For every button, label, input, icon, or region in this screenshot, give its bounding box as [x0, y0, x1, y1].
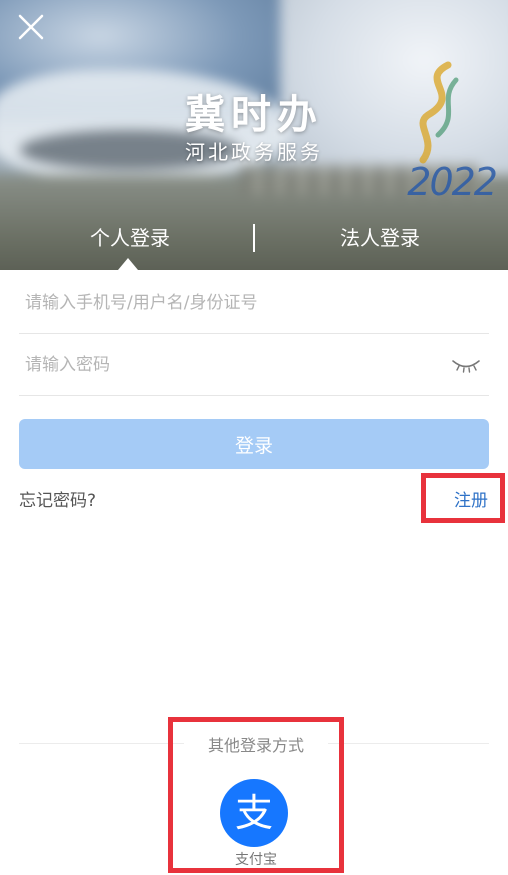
forgot-password-link[interactable]: 忘记密码? — [19, 486, 96, 511]
close-icon — [18, 14, 44, 40]
alipay-glyph: 支 — [235, 791, 273, 835]
alipay-label: 支付宝 — [235, 852, 277, 868]
other-login-title: 其他登录方式 — [184, 732, 328, 756]
password-field-row — [19, 334, 489, 396]
app-subtitle: 河北政务服务 — [185, 140, 323, 164]
badge-year: 2022 — [407, 160, 498, 204]
password-input[interactable] — [19, 334, 489, 395]
register-link[interactable]: 注册 — [454, 486, 488, 511]
active-tab-indicator — [118, 258, 138, 270]
tab-legal-person-login[interactable]: 法人登录 — [310, 220, 450, 260]
login-button[interactable]: 登录 — [19, 419, 489, 469]
eye-closed-icon[interactable] — [451, 356, 481, 374]
header-banner: 2022 冀时办 河北政务服务 个人登录 法人登录 — [0, 0, 508, 270]
tab-divider — [253, 224, 255, 252]
close-button[interactable] — [16, 12, 46, 42]
app-title: 冀时办 — [185, 92, 323, 138]
username-field-row — [19, 272, 489, 334]
username-input[interactable] — [19, 272, 489, 333]
alipay-icon[interactable]: 支 — [220, 779, 288, 847]
tab-personal-login[interactable]: 个人登录 — [60, 220, 200, 260]
login-tabs: 个人登录 法人登录 — [0, 220, 508, 260]
